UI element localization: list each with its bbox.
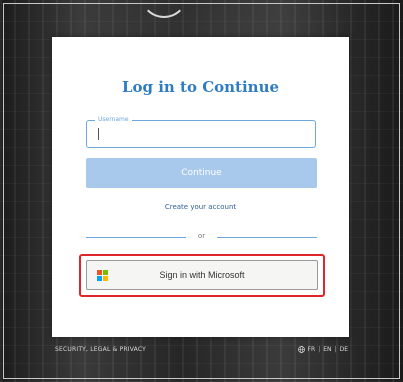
- language-switcher: FR | EN | DE: [297, 346, 348, 353]
- language-separator: |: [318, 346, 321, 353]
- username-input[interactable]: [87, 121, 315, 147]
- divider-line-right: [217, 237, 317, 238]
- language-separator: |: [334, 346, 337, 353]
- continue-button[interactable]: Continue: [86, 158, 317, 188]
- footer: SECURITY, LEGAL & PRIVACY FR | EN | DE: [55, 346, 348, 358]
- language-fr[interactable]: FR: [308, 346, 316, 353]
- username-field[interactable]: Username: [86, 115, 316, 148]
- page-title: Log in to Continue: [121, 78, 280, 96]
- language-en[interactable]: EN: [323, 346, 331, 353]
- security-legal-privacy-link[interactable]: SECURITY, LEGAL & PRIVACY: [55, 346, 146, 353]
- divider-text: or: [197, 232, 206, 240]
- microsoft-button-label: Sign in with Microsoft: [159, 270, 245, 280]
- sign-in-microsoft-button[interactable]: Sign in with Microsoft: [86, 260, 318, 290]
- or-divider: or: [86, 232, 317, 243]
- language-de[interactable]: DE: [340, 346, 348, 353]
- login-card: Log in to Continue Username Continue Cre…: [52, 37, 349, 337]
- text-cursor: [98, 128, 99, 140]
- create-account-link[interactable]: Create your account: [52, 203, 349, 211]
- globe-icon: [297, 346, 305, 353]
